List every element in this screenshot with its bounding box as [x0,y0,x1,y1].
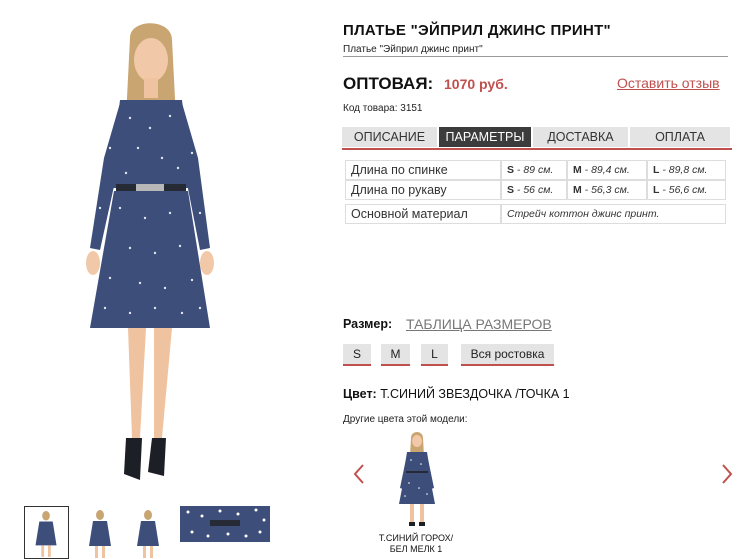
param-value-s: S - 56 см. [501,180,567,200]
chevron-left-icon[interactable] [352,462,366,486]
param-value-m: M - 56,3 см. [567,180,647,200]
product-main-photo[interactable] [60,8,240,498]
size-option-s[interactable]: S [343,344,371,366]
thumbnail-side[interactable] [80,506,120,559]
product-sku: Код товара: 3151 [343,103,423,114]
size-option-m[interactable]: M [381,344,410,366]
thumbnail-front[interactable] [24,506,69,559]
other-colors-label: Другие цвета этой модели: [343,414,468,425]
title-divider [343,56,728,57]
chevron-right-icon[interactable] [720,462,734,486]
price-label: ОПТОВАЯ: [343,74,434,93]
product-subtitle: Платье "Эйприл джинс принт" [343,44,483,55]
param-value-l: L - 56,6 см. [647,180,726,200]
table-row: Основной материал Стрейч коттон джинс пр… [345,204,726,224]
thumbnail-strip [24,506,274,559]
leave-review-link[interactable]: Оставить отзыв [617,75,720,91]
color-label: Цвет: [343,387,377,401]
table-row: Длина по рукаву S - 56 см. M - 56,3 см. … [345,180,726,200]
size-label: Размер: [343,317,393,331]
tab-description[interactable]: ОПИСАНИЕ [342,127,437,147]
param-value-l: L - 89,8 см. [647,160,726,180]
thumbnail-back[interactable] [128,506,168,559]
color-variant-card[interactable]: Т.СИНИЙ ГОРОХ/ БЕЛ МЕЛК 1 [368,428,464,556]
material-value: Стрейч коттон джинс принт. [501,204,726,224]
price-value: 1070 руб. [444,76,508,92]
tab-payment[interactable]: ОПЛАТА [630,127,730,147]
param-label: Длина по спинке [345,160,501,180]
color-variant-photo [395,428,439,528]
param-value-s: S - 89 см. [501,160,567,180]
color-info: Цвет: Т.СИНИЙ ЗВЕЗДОЧКА /ТОЧКА 1 [343,387,570,401]
material-label: Основной материал [345,204,501,224]
table-row: Длина по спинке S - 89 см. M - 89,4 см. … [345,160,726,180]
tabs-underline [342,148,732,150]
size-option-all[interactable]: Вся ростовка [461,344,554,366]
color-variant-caption: Т.СИНИЙ ГОРОХ/ БЕЛ МЕЛК 1 [378,533,454,554]
tab-parameters[interactable]: ПАРАМЕТРЫ [439,127,531,147]
parameters-table: Длина по спинке S - 89 см. M - 89,4 см. … [345,160,726,224]
size-option-l[interactable]: L [421,344,448,366]
product-title: ПЛАТЬЕ "ЭЙПРИЛ ДЖИНС ПРИНТ" [343,22,611,39]
tab-delivery[interactable]: ДОСТАВКА [533,127,628,147]
color-value: Т.СИНИЙ ЗВЕЗДОЧКА /ТОЧКА 1 [380,387,570,401]
param-value-m: M - 89,4 см. [567,160,647,180]
param-label: Длина по рукаву [345,180,501,200]
size-table-link[interactable]: ТАБЛИЦА РАЗМЕРОВ [406,316,552,332]
thumbnail-fabric-detail[interactable] [180,506,270,542]
